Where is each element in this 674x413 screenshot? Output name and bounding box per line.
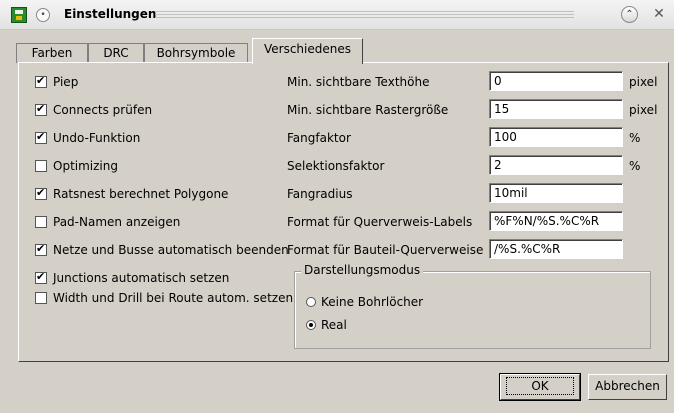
- checkbox-netze-busse[interactable]: Netze und Busse automatisch beenden: [35, 242, 289, 259]
- checkbox-box[interactable]: [35, 74, 47, 88]
- checkbox-ratsnest-polygone[interactable]: Ratsnest berechnet Polygone: [35, 186, 229, 203]
- input-min-texthoehe[interactable]: 0: [489, 71, 623, 91]
- label-min-rastergroesse: Min. sichtbare Rastergröße: [287, 103, 449, 117]
- checkbox-junctions[interactable]: Junctions automatisch setzen: [35, 270, 230, 287]
- window-menu-button[interactable]: •: [36, 8, 50, 22]
- checkbox-label: Undo-Funktion: [53, 131, 141, 145]
- unit-min-texthoehe: pixel: [629, 75, 658, 89]
- label-format-querverweis-labels: Format für Querverweis-Labels: [287, 215, 473, 229]
- input-min-rastergroesse[interactable]: 15: [489, 99, 623, 119]
- ok-button[interactable]: OK: [499, 373, 581, 401]
- unit-min-rastergroesse: pixel: [629, 103, 658, 117]
- checkbox-box[interactable]: [35, 216, 47, 228]
- tab-farben[interactable]: Farben: [16, 43, 88, 63]
- checkbox-label: Optimizing: [53, 159, 118, 173]
- tab-panel-verschiedenes: Piep Connects prüfen Undo-Funktion Optim…: [18, 62, 669, 362]
- radio-button[interactable]: [306, 320, 316, 330]
- checkbox-box[interactable]: [35, 270, 47, 284]
- tab-drc[interactable]: DRC: [88, 43, 144, 63]
- checkbox-pad-namen[interactable]: Pad-Namen anzeigen: [35, 215, 180, 231]
- label-fangfaktor: Fangfaktor: [287, 131, 351, 145]
- checkbox-piep[interactable]: Piep: [35, 74, 79, 91]
- checkbox-label: Ratsnest berechnet Polygone: [53, 187, 229, 201]
- checkbox-box[interactable]: [35, 292, 47, 304]
- radio-button[interactable]: [306, 297, 316, 307]
- checkbox-label: Width und Drill bei Route autom. setzen: [53, 291, 294, 305]
- checkbox-box[interactable]: [35, 130, 47, 144]
- titlebar-decoration: [155, 11, 574, 18]
- checkbox-box[interactable]: [35, 242, 47, 256]
- label-min-texthoehe: Min. sichtbare Texthöhe: [287, 75, 430, 89]
- checkbox-optimizing[interactable]: Optimizing: [35, 159, 118, 175]
- radio-label: Keine Bohrlöcher: [321, 295, 424, 309]
- input-fangfaktor[interactable]: 100: [489, 127, 623, 147]
- input-format-bauteil-querverweise[interactable]: /%S.%C%R: [489, 239, 623, 259]
- input-fangradius[interactable]: 10mil: [489, 183, 623, 203]
- checkbox-label: Netze und Busse automatisch beenden: [53, 243, 289, 257]
- input-selektionsfaktor[interactable]: 2: [489, 155, 623, 175]
- checkbox-box[interactable]: [35, 160, 47, 172]
- checkbox-label: Piep: [53, 75, 79, 89]
- radio-label: Real: [321, 318, 347, 332]
- ok-button-label: OK: [506, 377, 574, 395]
- title-bar: • Einstellungen ⌃ ✕: [0, 0, 674, 30]
- label-format-bauteil-querverweise: Format für Bauteil-Querverweise: [287, 243, 484, 257]
- checkbox-label: Connects prüfen: [53, 103, 153, 117]
- unit-fangfaktor: %: [629, 131, 641, 145]
- checkbox-undo-funktion[interactable]: Undo-Funktion: [35, 130, 141, 147]
- label-selektionsfaktor: Selektionsfaktor: [287, 159, 385, 173]
- label-fangradius: Fangradius: [287, 187, 353, 201]
- input-format-querverweis-labels[interactable]: %F%N/%S.%C%R: [489, 211, 623, 231]
- app-icon: [11, 7, 27, 23]
- checkbox-box[interactable]: [35, 186, 47, 200]
- unit-selektionsfaktor: %: [629, 159, 641, 173]
- cancel-button[interactable]: Abbrechen: [588, 374, 667, 400]
- radio-keine-bohrloecher[interactable]: Keine Bohrlöcher: [306, 295, 423, 311]
- checkbox-box[interactable]: [35, 102, 47, 116]
- tab-bohrsymbole[interactable]: Bohrsymbole: [144, 43, 248, 63]
- checkbox-connects-pruefen[interactable]: Connects prüfen: [35, 102, 153, 119]
- tab-verschiedenes[interactable]: Verschiedenes: [252, 38, 363, 64]
- display-mode-title: Darstellungsmodus: [301, 263, 424, 277]
- radio-real[interactable]: Real: [306, 318, 347, 334]
- roll-up-button[interactable]: ⌃: [621, 6, 638, 23]
- close-icon[interactable]: ✕: [651, 5, 667, 23]
- window-title: Einstellungen: [64, 7, 157, 21]
- checkbox-width-drill[interactable]: Width und Drill bei Route autom. setzen: [35, 291, 293, 307]
- checkbox-label: Junctions automatisch setzen: [53, 271, 230, 285]
- checkbox-label: Pad-Namen anzeigen: [53, 215, 181, 229]
